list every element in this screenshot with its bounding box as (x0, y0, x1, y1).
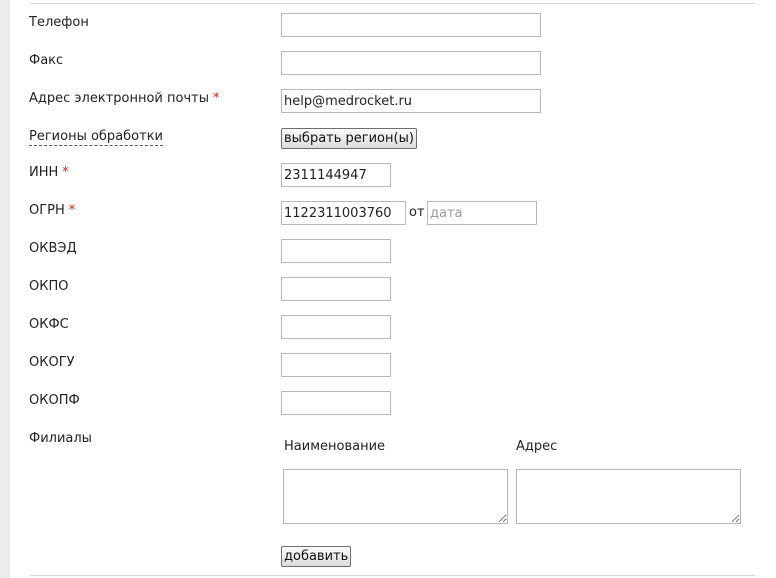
phone-label: Телефон (29, 15, 89, 30)
branch-address-textarea[interactable] (516, 469, 741, 524)
select-regions-button[interactable]: выбрать регион(ы) (281, 128, 417, 149)
regions-label[interactable]: Регионы обработки (29, 129, 163, 146)
required-mark: * (68, 203, 76, 218)
inn-label: ИНН * (29, 165, 69, 180)
phone-label-text: Телефон (29, 15, 89, 30)
inn-input[interactable] (281, 163, 391, 187)
ogrn-date-input[interactable] (427, 201, 537, 225)
okopf-input[interactable] (281, 391, 391, 415)
okopf-label-text: ОКОПФ (29, 393, 80, 408)
regions-label-text[interactable]: Регионы обработки (29, 129, 163, 146)
branch-address-column-header: Адрес (516, 439, 558, 454)
branches-label-text: Филиалы (29, 431, 92, 446)
ogrn-label-text: ОГРН (29, 203, 65, 218)
required-mark: * (62, 165, 69, 180)
email-label: Адрес электронной почты * (29, 91, 220, 106)
ogrn-input[interactable] (281, 201, 406, 225)
okfs-label: ОКФС (29, 317, 69, 332)
okved-label-text: ОКВЭД (29, 241, 77, 256)
email-label-text: Адрес электронной почты (29, 91, 209, 106)
okpo-label-text: ОКПО (29, 279, 69, 294)
okved-label: ОКВЭД (29, 241, 77, 256)
okpo-input[interactable] (281, 277, 391, 301)
fax-input[interactable] (281, 51, 541, 75)
okogu-label-text: ОКОГУ (29, 355, 75, 370)
branch-name-textarea[interactable] (283, 469, 508, 524)
ogrn-from-label: от (409, 205, 425, 220)
phone-input[interactable] (281, 13, 541, 37)
okopf-label: ОКОПФ (29, 393, 80, 408)
okogu-input[interactable] (281, 353, 391, 377)
required-mark: * (213, 91, 220, 106)
okpo-label: ОКПО (29, 279, 68, 294)
add-branch-button[interactable]: добавить (281, 546, 352, 567)
branch-name-column-header: Наименование (284, 439, 386, 454)
okved-input[interactable] (281, 239, 391, 263)
okfs-input[interactable] (281, 315, 391, 339)
ogrn-label: ОГРН * (29, 203, 75, 218)
branches-label: Филиалы (29, 431, 92, 446)
bottom-divider (30, 575, 755, 576)
fax-label: Факс (29, 53, 63, 68)
email-input[interactable] (281, 89, 541, 113)
okogu-label: ОКОГУ (29, 355, 75, 370)
okfs-label-text: ОКФС (29, 317, 69, 332)
top-divider (30, 3, 755, 4)
inn-label-text: ИНН (29, 165, 59, 180)
fax-label-text: Факс (29, 53, 64, 68)
